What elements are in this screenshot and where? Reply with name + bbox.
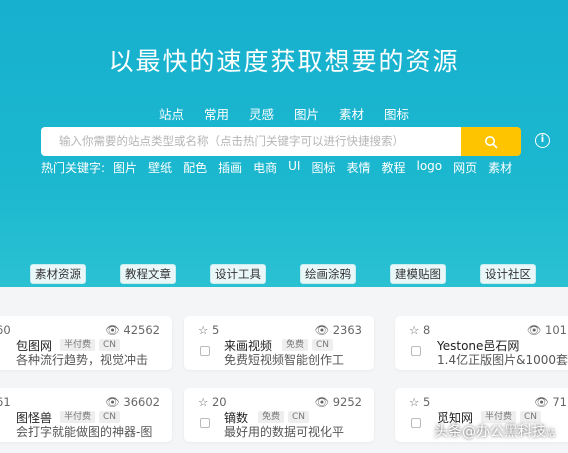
hot-keyword[interactable]: 插画 <box>218 159 242 176</box>
search-button[interactable] <box>461 127 521 156</box>
site-tags: 半付费 CN <box>60 411 121 423</box>
hot-keywords: 热门关键字: 图片 壁纸 配色 插画 电商 UI 图标 表情 教程 logo 网… <box>41 159 523 176</box>
hot-keyword[interactable]: UI <box>288 159 300 176</box>
region-tag: CN <box>312 339 334 351</box>
hot-keyword[interactable]: 配色 <box>183 159 207 176</box>
site-logo <box>411 346 421 356</box>
tab-inspiration[interactable]: 灵感 <box>249 104 274 123</box>
search-tabs: 站点 常用 灵感 图片 素材 图标 <box>0 104 568 123</box>
view-count: 👁 2363 <box>314 323 362 337</box>
site-card[interactable]: ☆ 20 👁 9252 镝数 免费 CN 最好用的数据可视化平 <box>184 388 374 442</box>
site-description: 免费短视频智能创作工 <box>224 353 345 367</box>
site-description: 会打字就能做图的神器-图 <box>16 425 153 439</box>
site-logo <box>411 418 421 428</box>
site-logo <box>200 346 210 356</box>
hot-keyword[interactable]: 教程 <box>381 159 405 176</box>
category-modeling[interactable]: 建模贴图 <box>390 264 446 284</box>
hot-keyword[interactable]: 图片 <box>113 159 137 176</box>
info-icon[interactable]: i <box>535 133 550 148</box>
hot-keywords-label: 热门关键字: <box>41 161 106 175</box>
site-tags: 免费 CN <box>282 339 334 351</box>
region-tag: CN <box>99 339 121 351</box>
region-tag: CN <box>99 411 121 423</box>
search-input[interactable]: 输入你需要的站点类型或名称（点击热门关键字可以进行快捷搜索） <box>41 127 461 156</box>
favorite-count: ☆ 5 <box>409 395 431 409</box>
view-count: 👁 71 <box>534 395 567 409</box>
hot-keyword[interactable]: 壁纸 <box>148 159 172 176</box>
view-count: 👁 101 <box>526 323 567 337</box>
hot-keyword[interactable]: 素材 <box>488 159 512 176</box>
site-tags: 半付费 CN <box>60 339 121 351</box>
tab-common[interactable]: 常用 <box>204 104 229 123</box>
favorite-count: ☆ 8 <box>409 323 431 337</box>
hot-keyword[interactable]: 电商 <box>253 159 277 176</box>
category-tutorials[interactable]: 教程文章 <box>120 264 176 284</box>
hero-banner: 以最快的速度获取想要的资源 站点 常用 灵感 图片 素材 图标 输入你需要的站点… <box>0 0 568 287</box>
site-description: 各种流行趋势，视觉冲击 <box>16 353 149 367</box>
page-title: 以最快的速度获取想要的资源 <box>108 47 460 76</box>
tab-images[interactable]: 图片 <box>294 104 319 123</box>
category-design-community[interactable]: 设计社区 <box>480 264 536 284</box>
tab-icons[interactable]: 图标 <box>384 104 409 123</box>
tab-site[interactable]: 站点 <box>159 104 184 123</box>
favorite-count: 61 <box>0 395 11 409</box>
hot-keyword[interactable]: logo <box>417 159 443 176</box>
site-description: 1.4亿正版图片&1000套 <box>437 353 568 367</box>
view-count: 👁 9252 <box>314 395 362 409</box>
favorite-count: ☆ 5 <box>198 323 220 337</box>
view-count: 👁 36602 <box>105 395 160 409</box>
site-description: 最好用的数据可视化平 <box>224 425 345 439</box>
site-card[interactable]: ☆ 5 👁 2363 来画视频 免费 CN 免费短视频智能创作工 <box>184 316 374 370</box>
pricing-tag: 免费 <box>282 339 309 351</box>
view-count: 👁 42562 <box>105 323 160 337</box>
site-logo <box>200 418 210 428</box>
pricing-tag: 半付费 <box>60 411 96 423</box>
tab-materials[interactable]: 素材 <box>339 104 364 123</box>
hot-keyword[interactable]: 表情 <box>346 159 370 176</box>
hot-keyword[interactable]: 图标 <box>311 159 335 176</box>
site-card[interactable]: ☆ 8 👁 101 Yestone邑石网 1.4亿正版图片&1000套 <box>395 316 568 370</box>
site-tags: 免费 CN <box>258 411 310 423</box>
hot-keyword[interactable]: 网页 <box>453 159 477 176</box>
pricing-tag: 免费 <box>258 411 285 423</box>
category-painting[interactable]: 绘画涂鸦 <box>300 264 356 284</box>
category-design-tools[interactable]: 设计工具 <box>210 264 266 284</box>
pricing-tag: 半付费 <box>60 339 96 351</box>
region-tag: CN <box>288 411 310 423</box>
category-material-resources[interactable]: 素材资源 <box>30 264 86 284</box>
watermark: 头条@办公黑科技站 <box>434 424 556 440</box>
favorite-count: ☆ 20 <box>198 395 227 409</box>
site-card[interactable]: 61 👁 36602 图怪兽 半付费 CN 会打字就能做图的神器-图 <box>0 388 172 442</box>
favorite-count: 60 <box>0 323 11 337</box>
search-icon <box>485 135 498 148</box>
site-card[interactable]: 60 👁 42562 包图网 半付费 CN 各种流行趋势，视觉冲击 <box>0 316 172 370</box>
